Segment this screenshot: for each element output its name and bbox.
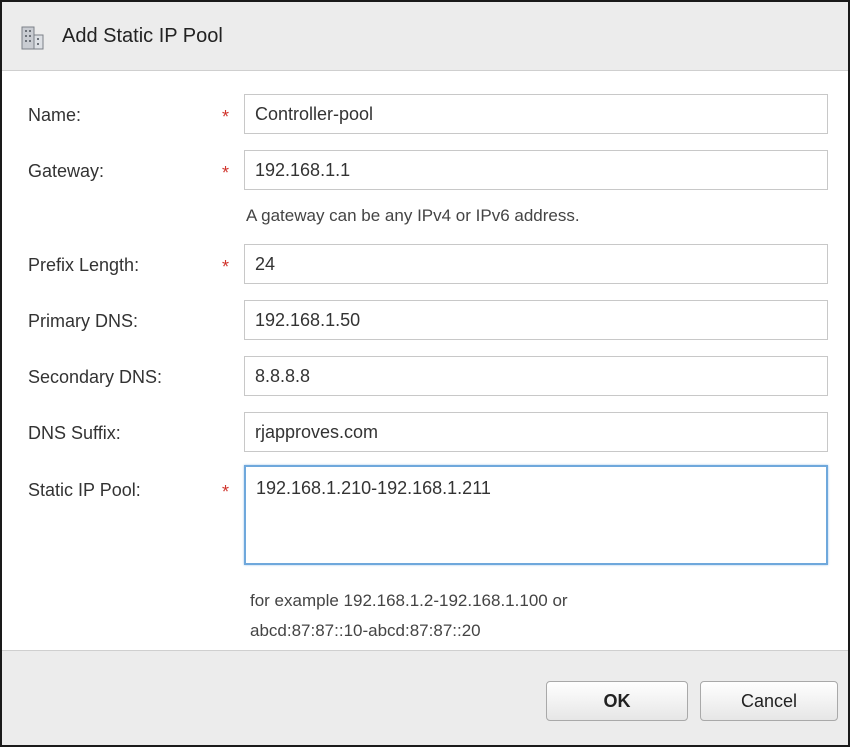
prefix-length-input[interactable] <box>244 244 828 284</box>
name-required-marker: * <box>222 107 230 127</box>
prefix-length-required-marker: * <box>222 257 230 277</box>
building-icon <box>18 24 46 52</box>
primary-dns-input[interactable] <box>244 300 828 340</box>
dialog-titlebar: Add Static IP Pool <box>2 2 848 71</box>
cancel-button[interactable]: Cancel <box>700 681 838 721</box>
gateway-hint: A gateway can be any IPv4 or IPv6 addres… <box>246 206 580 225</box>
name-input[interactable] <box>244 94 828 134</box>
gateway-label: Gateway: <box>28 161 105 181</box>
dialog-title: Add Static IP Pool <box>62 25 223 47</box>
ok-button[interactable]: OK <box>546 681 688 721</box>
name-label: Name: <box>28 105 82 125</box>
static-ip-pool-required-marker: * <box>222 482 230 502</box>
gateway-required-marker: * <box>222 163 230 183</box>
prefix-length-label: Prefix Length: <box>28 255 140 275</box>
static-ip-pool-label: Static IP Pool: <box>28 480 141 500</box>
static-ip-pool-hint-line2: abcd:87:87::10-abcd:87:87::20 <box>250 621 481 640</box>
dns-suffix-input[interactable] <box>244 412 828 452</box>
primary-dns-label: Primary DNS: <box>28 311 139 331</box>
secondary-dns-label: Secondary DNS: <box>28 367 163 387</box>
static-ip-pool-hint-line1: for example 192.168.1.2-192.168.1.100 or <box>250 591 568 610</box>
add-static-ip-pool-dialog: Add Static IP Pool Name: * Gateway: * A … <box>0 0 850 747</box>
dialog-footer: OK Cancel <box>2 650 848 745</box>
gateway-input[interactable] <box>244 150 828 190</box>
secondary-dns-input[interactable] <box>244 356 828 396</box>
dns-suffix-label: DNS Suffix: <box>28 423 121 443</box>
static-ip-pool-textarea[interactable]: 192.168.1.210-192.168.1.211 <box>244 465 828 565</box>
